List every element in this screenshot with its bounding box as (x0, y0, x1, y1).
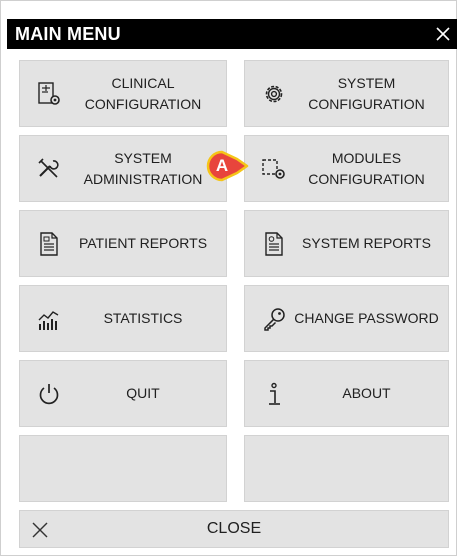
system-report-document-icon (265, 231, 283, 256)
system-configuration-label: SYSTEM CONFIGURATION (308, 74, 425, 112)
window-title: MAIN MENU (15, 24, 121, 44)
tools-icon (38, 157, 59, 178)
empty-tile (244, 435, 449, 502)
statistics-button[interactable]: STATISTICS (19, 285, 227, 352)
clinical-configuration-label: CLINICAL CONFIGURATION (84, 74, 202, 112)
modules-configuration-button[interactable]: MODULES CONFIGURATION (244, 135, 449, 202)
clinical-configuration-icon (38, 81, 60, 105)
close-label: CLOSE (206, 520, 262, 537)
quit-label: QUIT (126, 385, 160, 401)
system-reports-button[interactable]: SYSTEM REPORTS (244, 210, 449, 277)
close-icon[interactable] (434, 25, 452, 43)
key-icon (264, 307, 285, 331)
callout-marker-a: A (199, 149, 261, 183)
statistics-chart-icon (38, 310, 59, 330)
gear-icon (265, 85, 283, 102)
patient-reports-button[interactable]: PATIENT REPORTS (19, 210, 227, 277)
system-administration-button[interactable]: SYSTEM ADMINISTRATION (19, 135, 227, 202)
info-icon (269, 382, 280, 405)
change-password-button[interactable]: CHANGE PASSWORD (244, 285, 449, 352)
statistics-label: STATISTICS (103, 310, 183, 326)
modules-configuration-icon (262, 158, 285, 179)
power-icon (39, 383, 59, 404)
patient-reports-label: PATIENT REPORTS (78, 235, 208, 251)
main-menu-window: MAIN MENU CLINICAL CONFIGURATION SYSTEM … (0, 0, 457, 556)
callout-letter: A (215, 156, 229, 175)
about-button[interactable]: ABOUT (244, 360, 449, 427)
change-password-label: CHANGE PASSWORD (294, 310, 439, 326)
empty-tile (19, 435, 227, 502)
title-bar: MAIN MENU (7, 19, 457, 49)
close-button[interactable]: CLOSE (19, 510, 449, 548)
quit-button[interactable]: QUIT (19, 360, 227, 427)
system-configuration-button[interactable]: SYSTEM CONFIGURATION (244, 60, 449, 127)
system-reports-label: SYSTEM REPORTS (302, 235, 431, 251)
clinical-configuration-button[interactable]: CLINICAL CONFIGURATION (19, 60, 227, 127)
about-label: ABOUT (342, 385, 391, 401)
report-document-icon (40, 231, 58, 256)
modules-configuration-label: MODULES CONFIGURATION (308, 149, 425, 187)
